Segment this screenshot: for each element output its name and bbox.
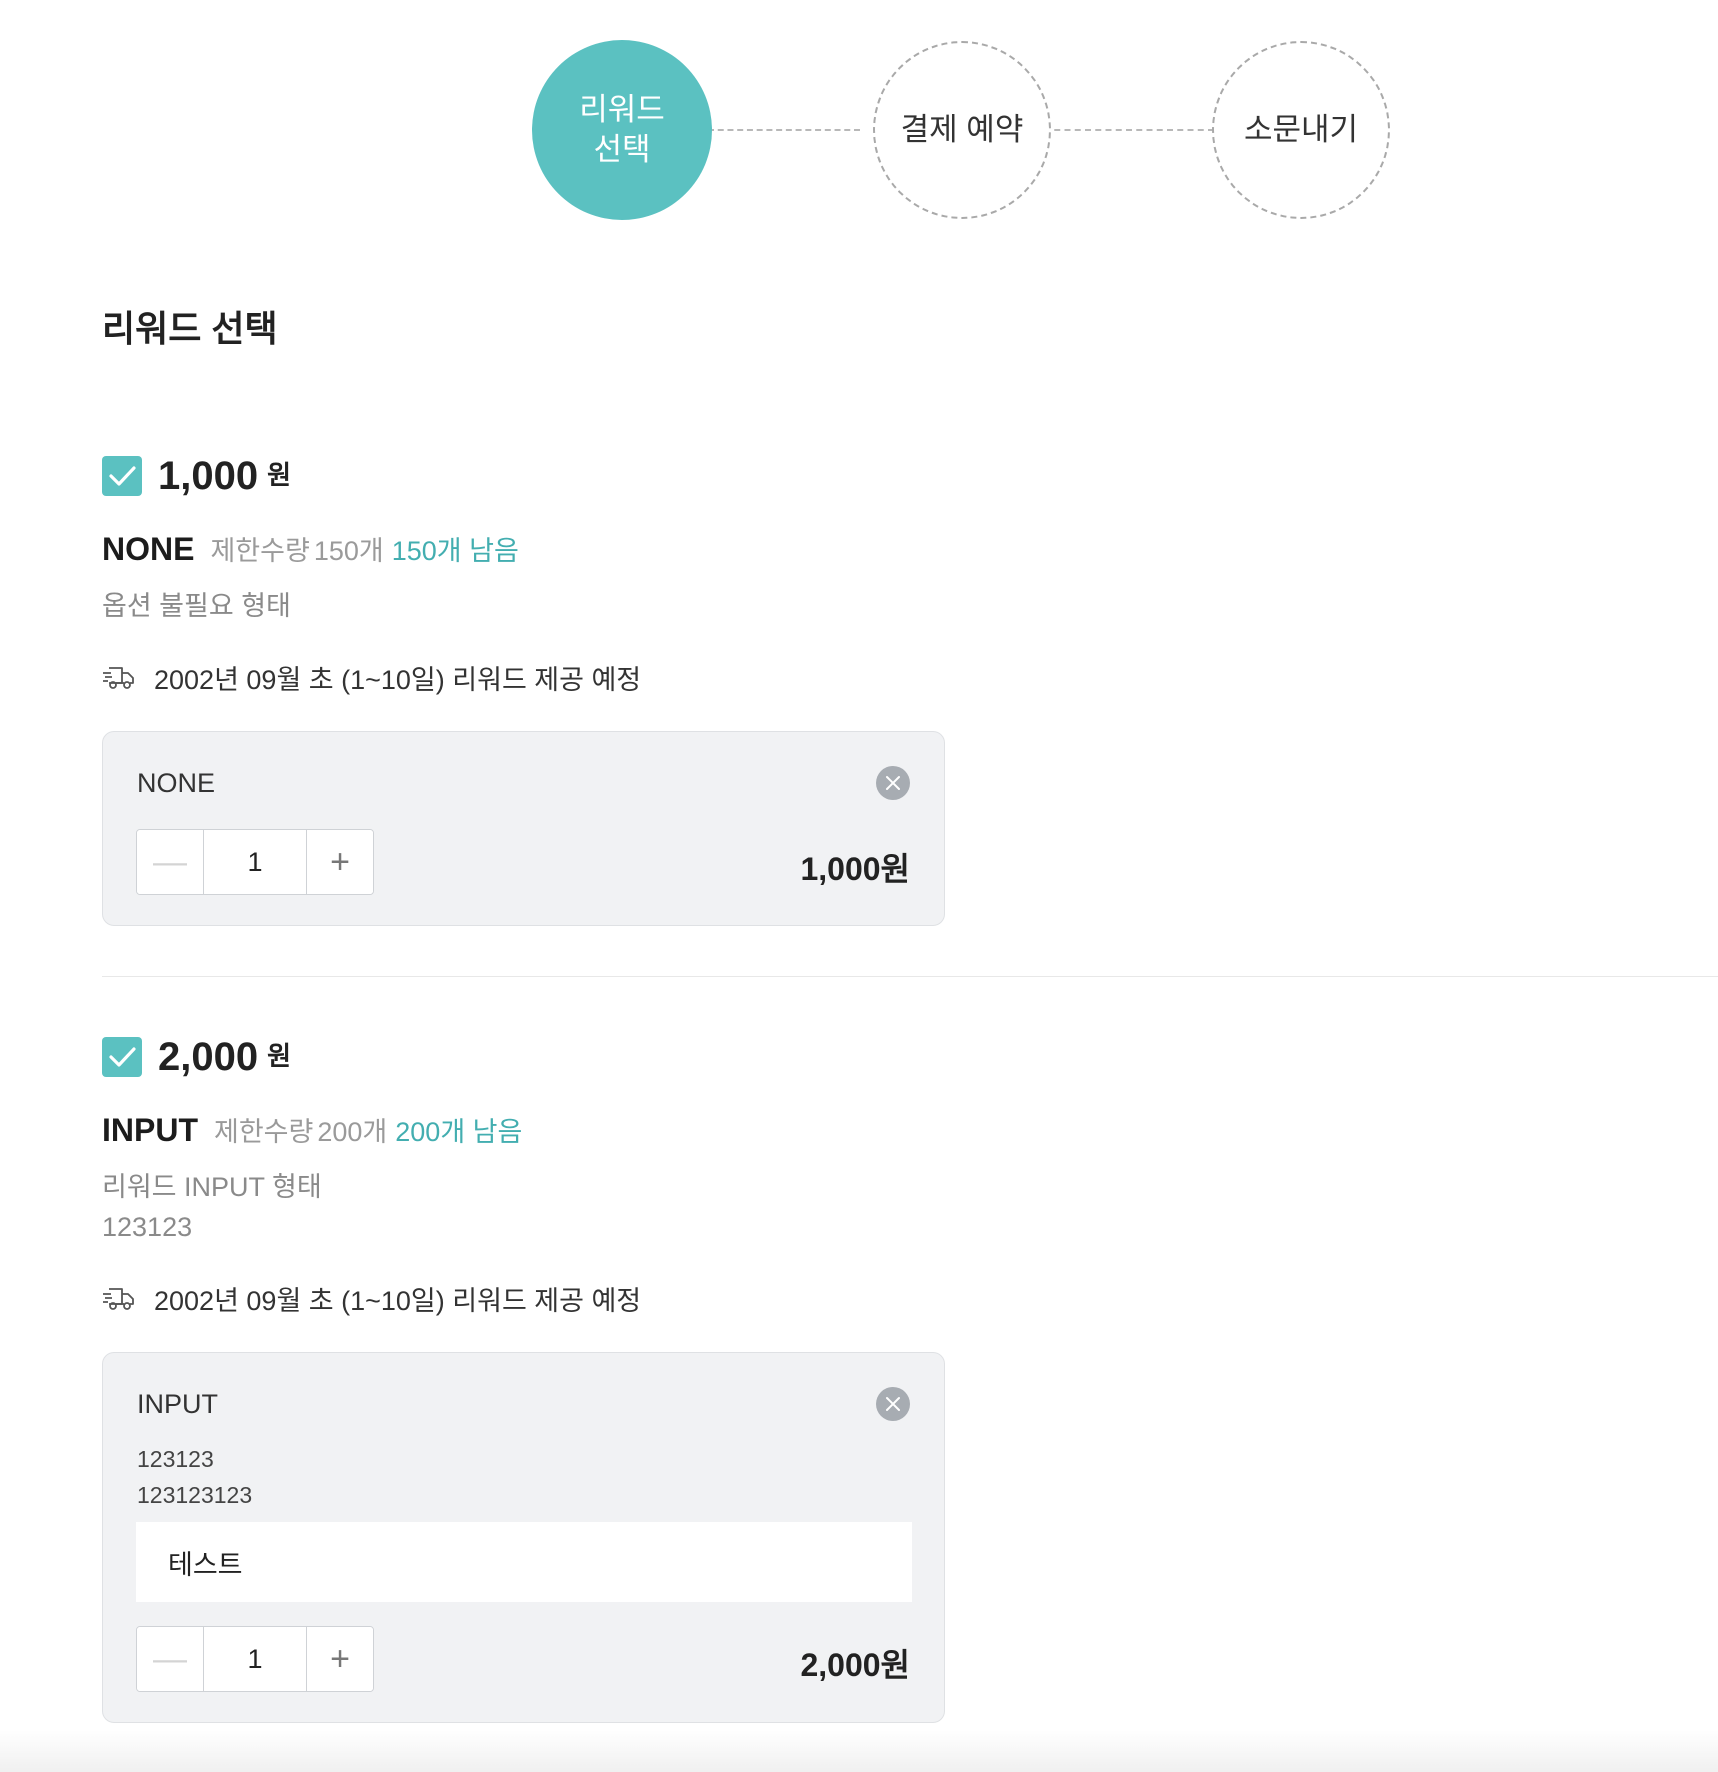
option-name: NONE	[137, 768, 216, 798]
option-total-price: 2,000원	[800, 1647, 910, 1683]
step-label: 결제 예약	[900, 112, 1024, 147]
price-unit: 원	[267, 1040, 292, 1071]
option-text-input[interactable]	[136, 1522, 912, 1602]
reward-name: NONE	[102, 531, 195, 567]
delivery-date: 2002년 09월 초 (1~10일) 리워드 제공 예정	[154, 665, 642, 695]
reward-description: 리워드 INPUT 형태 123123	[102, 1167, 1718, 1247]
reward-price-row: 1,000 원	[102, 451, 1718, 501]
reward-checkbox[interactable]	[102, 456, 142, 496]
reward-price-row: 2,000 원	[102, 1032, 1718, 1082]
selected-option-box: NONE — 1 + 1,000원	[102, 731, 945, 926]
reward-name-row: INPUT 제한수량 200개 200개 남음	[102, 1110, 1718, 1149]
step-connector	[1044, 129, 1214, 131]
remaining-count: 200개 남음	[395, 1117, 523, 1147]
description-line: 리워드 INPUT 형태	[102, 1172, 322, 1202]
reward-checkbox[interactable]	[102, 1037, 142, 1077]
quantity-value[interactable]: 1	[204, 1627, 306, 1691]
reward-price: 1,000	[158, 453, 259, 498]
bottom-shadow	[0, 1730, 1718, 1772]
delivery-row: 2002년 09월 초 (1~10일) 리워드 제공 예정	[102, 658, 1718, 697]
increase-button[interactable]: +	[306, 1627, 373, 1691]
reward-name: INPUT	[102, 1112, 198, 1148]
option-name: INPUT	[137, 1389, 218, 1419]
decrease-button[interactable]: —	[137, 1627, 204, 1691]
remove-option-button[interactable]	[876, 1387, 910, 1421]
reward-item: 2,000 원 INPUT 제한수량 200개 200개 남음 리워드 INPU…	[102, 1032, 1718, 1723]
delivery-row: 2002년 09월 초 (1~10일) 리워드 제공 예정	[102, 1279, 1718, 1318]
price-unit: 원	[267, 459, 292, 490]
selected-option-box: INPUT 123123 123123123 — 1 + 2,000원	[102, 1352, 945, 1723]
checkmark-icon	[109, 1047, 136, 1067]
quantity-value[interactable]: 1	[204, 830, 306, 894]
step-payment-reservation[interactable]: 결제 예약	[873, 41, 1051, 219]
option-extra-info: 123123 123123123	[137, 1441, 252, 1513]
limit-count: 200개	[317, 1117, 388, 1147]
limit-label: 제한수량	[214, 1117, 314, 1147]
delivery-date: 2002년 09월 초 (1~10일) 리워드 제공 예정	[154, 1286, 642, 1316]
limit-count: 150개	[313, 536, 384, 566]
step-reward-select[interactable]: 리워드 선택	[532, 40, 712, 220]
progress-stepper: 리워드 선택 결제 예약 소문내기	[0, 0, 1718, 240]
reward-item: 1,000 원 NONE 제한수량 150개 150개 남음 옵션 불필요 형태…	[102, 451, 1718, 926]
quantity-stepper[interactable]: — 1 +	[136, 829, 374, 895]
page-title: 리워드 선택	[102, 308, 278, 349]
decrease-button[interactable]: —	[137, 830, 204, 894]
quantity-stepper[interactable]: — 1 +	[136, 1626, 374, 1692]
close-icon	[886, 1397, 900, 1411]
reward-price: 2,000	[158, 1034, 259, 1079]
close-icon	[886, 776, 900, 790]
description-line: 123123	[102, 1212, 193, 1242]
increase-button[interactable]: +	[306, 830, 373, 894]
reward-name-row: NONE 제한수량 150개 150개 남음	[102, 529, 1718, 568]
step-share[interactable]: 소문내기	[1212, 41, 1390, 219]
option-extra-line: 123123123	[137, 1482, 253, 1508]
checkmark-icon	[109, 466, 136, 486]
truck-icon	[103, 666, 134, 689]
option-extra-line: 123123	[137, 1446, 214, 1472]
remove-option-button[interactable]	[876, 766, 910, 800]
remaining-count: 150개 남음	[391, 536, 519, 566]
limit-label: 제한수량	[210, 536, 310, 566]
step-label: 소문내기	[1243, 112, 1359, 147]
divider	[102, 976, 1718, 977]
reward-description: 옵션 불필요 형태	[102, 591, 291, 621]
option-total-price: 1,000원	[800, 851, 910, 887]
step-connector	[708, 129, 860, 131]
step-label: 리워드 선택	[579, 92, 665, 167]
truck-icon	[103, 1287, 134, 1310]
